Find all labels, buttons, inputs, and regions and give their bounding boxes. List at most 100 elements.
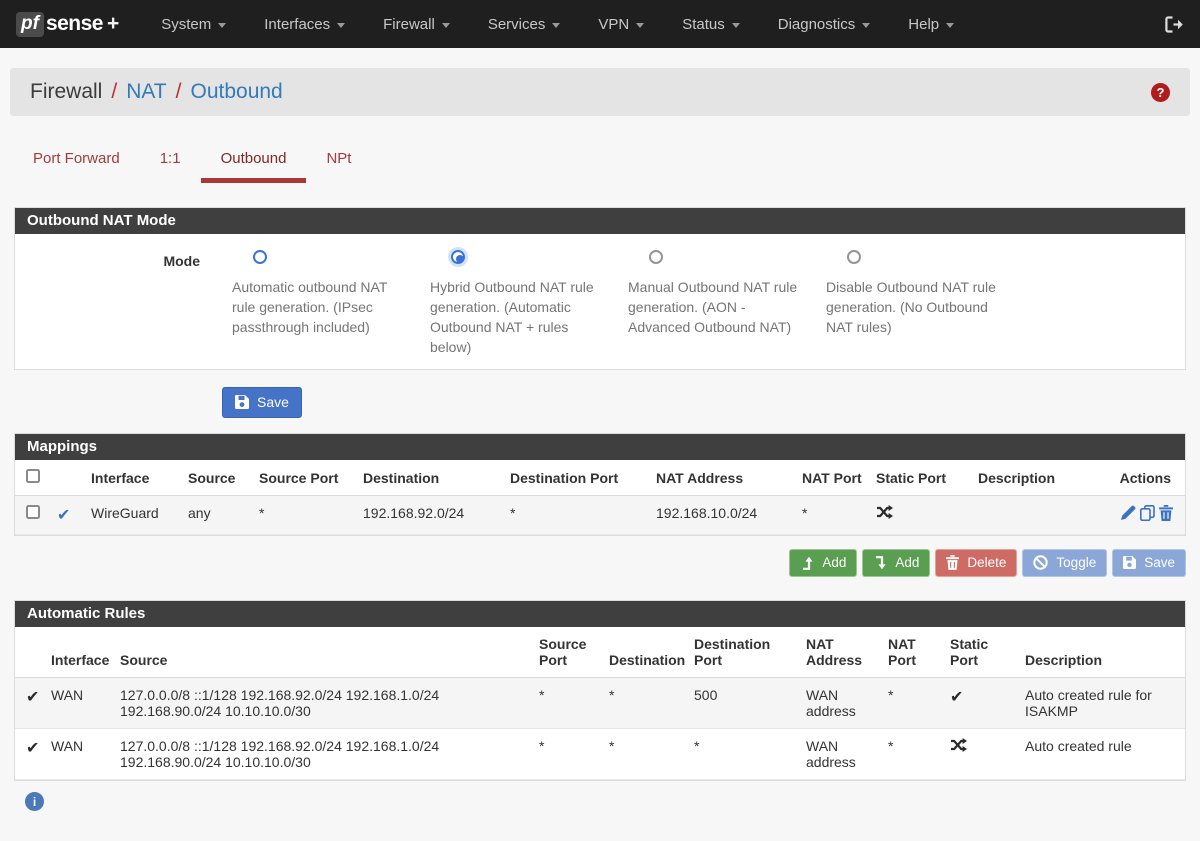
toggle-button[interactable]: Toggle [1022,549,1107,577]
caret-down-icon [862,23,870,28]
radio-disable[interactable] [847,250,861,264]
tab-port-forward[interactable]: Port Forward [13,144,140,183]
col-source: Source [182,460,253,496]
panel-title: Outbound NAT Mode [15,208,1185,234]
nat-tabs: Port Forward 1:1 Outbound NPt [13,144,1187,183]
radio-automatic[interactable] [253,250,267,264]
menu-system[interactable]: System [161,16,226,33]
row-checkbox[interactable] [26,505,40,519]
save-icon [235,395,249,409]
tab-1to1[interactable]: 1:1 [140,144,201,183]
check-icon: ✔ [26,689,39,706]
col-source-port: Source Port [533,627,603,678]
add-bottom-button[interactable]: Add [862,549,930,577]
menu-interfaces[interactable]: Interfaces [264,16,345,33]
radio-hybrid[interactable] [451,250,465,264]
cell-description [972,496,1077,535]
cell-source: 127.0.0.0/8 ::1/128 192.168.92.0/24 192.… [114,729,533,780]
cell-interface: WAN [45,729,114,780]
logout-button[interactable] [1165,16,1184,33]
mode-option-disable: Disable Outbound NAT rule generation. (N… [826,250,1024,357]
menu-help[interactable]: Help [908,16,954,33]
select-all-checkbox[interactable] [26,469,40,483]
logo-sense: sense [46,12,103,36]
mode-option-hybrid: Hybrid Outbound NAT rule generation. (Au… [430,250,628,357]
tab-outbound[interactable]: Outbound [201,144,307,183]
pfsense-logo[interactable]: pfsense+ [16,12,119,37]
automatic-rules-table: Interface Source Source Port Destination… [15,627,1185,780]
help-icon[interactable]: ? [1151,83,1170,102]
cell-destination-port: 500 [688,678,800,729]
col-interface: Interface [45,627,114,678]
mode-option-label: Automatic outbound NAT rule generation. … [232,277,408,337]
trash-icon [946,555,959,570]
mappings-table: Interface Source Source Port Destination… [15,460,1185,535]
cell-destination: * [603,729,688,780]
mode-field-label: Mode [15,250,200,357]
mode-option-label: Hybrid Outbound NAT rule generation. (Au… [430,277,606,357]
pencil-icon[interactable] [1121,505,1136,521]
cell-destination: 192.168.92.0/24 [357,496,504,535]
col-actions: Actions [1077,460,1185,496]
col-source: Source [114,627,533,678]
panel-title: Mappings [15,434,1185,460]
breadcrumb-link-outbound[interactable]: Outbound [190,80,282,104]
shuffle-icon [950,738,1013,752]
breadcrumb-section: Firewall [30,80,102,104]
col-nat-address: NAT Address [650,460,796,496]
tab-npt[interactable]: NPt [306,144,371,183]
cell-destination: * [603,678,688,729]
cell-description: Auto created rule [1019,729,1185,780]
logo-plus: + [107,12,119,36]
menu-diagnostics[interactable]: Diagnostics [778,16,871,33]
level-down-icon [873,556,887,570]
caret-down-icon [442,23,450,28]
automatic-rules-panel: Automatic Rules Interface Source Source … [14,600,1186,781]
top-navbar: pfsense+ System Interfaces Firewall Serv… [0,0,1200,48]
breadcrumb-link-nat[interactable]: NAT [126,80,166,104]
cell-description: Auto created rule for ISAKMP [1019,678,1185,729]
cell-nat-address: WAN address [800,678,882,729]
cell-nat-port: * [882,729,944,780]
auto-rule-row: ✔ WAN 127.0.0.0/8 ::1/128 192.168.92.0/2… [15,678,1185,729]
shuffle-icon [876,505,966,519]
caret-down-icon [337,23,345,28]
caret-down-icon [732,23,740,28]
menu-firewall[interactable]: Firewall [383,16,450,33]
save-mappings-button[interactable]: Save [1112,549,1186,577]
cell-nat-port: * [882,678,944,729]
col-source-port: Source Port [253,460,357,496]
cell-source-port: * [533,729,603,780]
cell-source: any [182,496,253,535]
level-up-icon [800,556,814,570]
radio-manual[interactable] [649,250,663,264]
col-nat-port: NAT Port [882,627,944,678]
ban-icon [1033,555,1048,570]
cell-destination-port: * [688,729,800,780]
menu-services[interactable]: Services [488,16,561,33]
col-static-port: Static Port [944,627,1019,678]
cell-source-port: * [253,496,357,535]
col-destination: Destination [357,460,504,496]
trash-icon[interactable] [1159,505,1173,521]
col-interface: Interface [85,460,182,496]
cell-nat-port: * [796,496,870,535]
info-icon[interactable]: i [25,792,44,811]
col-destination: Destination [603,627,688,678]
add-top-button[interactable]: Add [789,549,857,577]
save-button[interactable]: Save [222,387,302,418]
menu-vpn[interactable]: VPN [598,16,644,33]
menu-status[interactable]: Status [682,16,740,33]
cell-nat-address: 192.168.10.0/24 [650,496,796,535]
check-icon[interactable]: ✔ [57,507,70,524]
check-icon: ✔ [26,740,39,757]
col-description: Description [972,460,1077,496]
auto-rule-row: ✔ WAN 127.0.0.0/8 ::1/128 192.168.92.0/2… [15,729,1185,780]
save-icon [1123,556,1136,569]
delete-button[interactable]: Delete [935,549,1017,577]
copy-icon[interactable] [1140,505,1155,521]
outbound-nat-mode-panel: Outbound NAT Mode Mode Automatic outboun… [14,207,1186,370]
cell-source-port: * [533,678,603,729]
logo-pf: pf [16,12,44,37]
col-destination-port: Destination Port [688,627,800,678]
